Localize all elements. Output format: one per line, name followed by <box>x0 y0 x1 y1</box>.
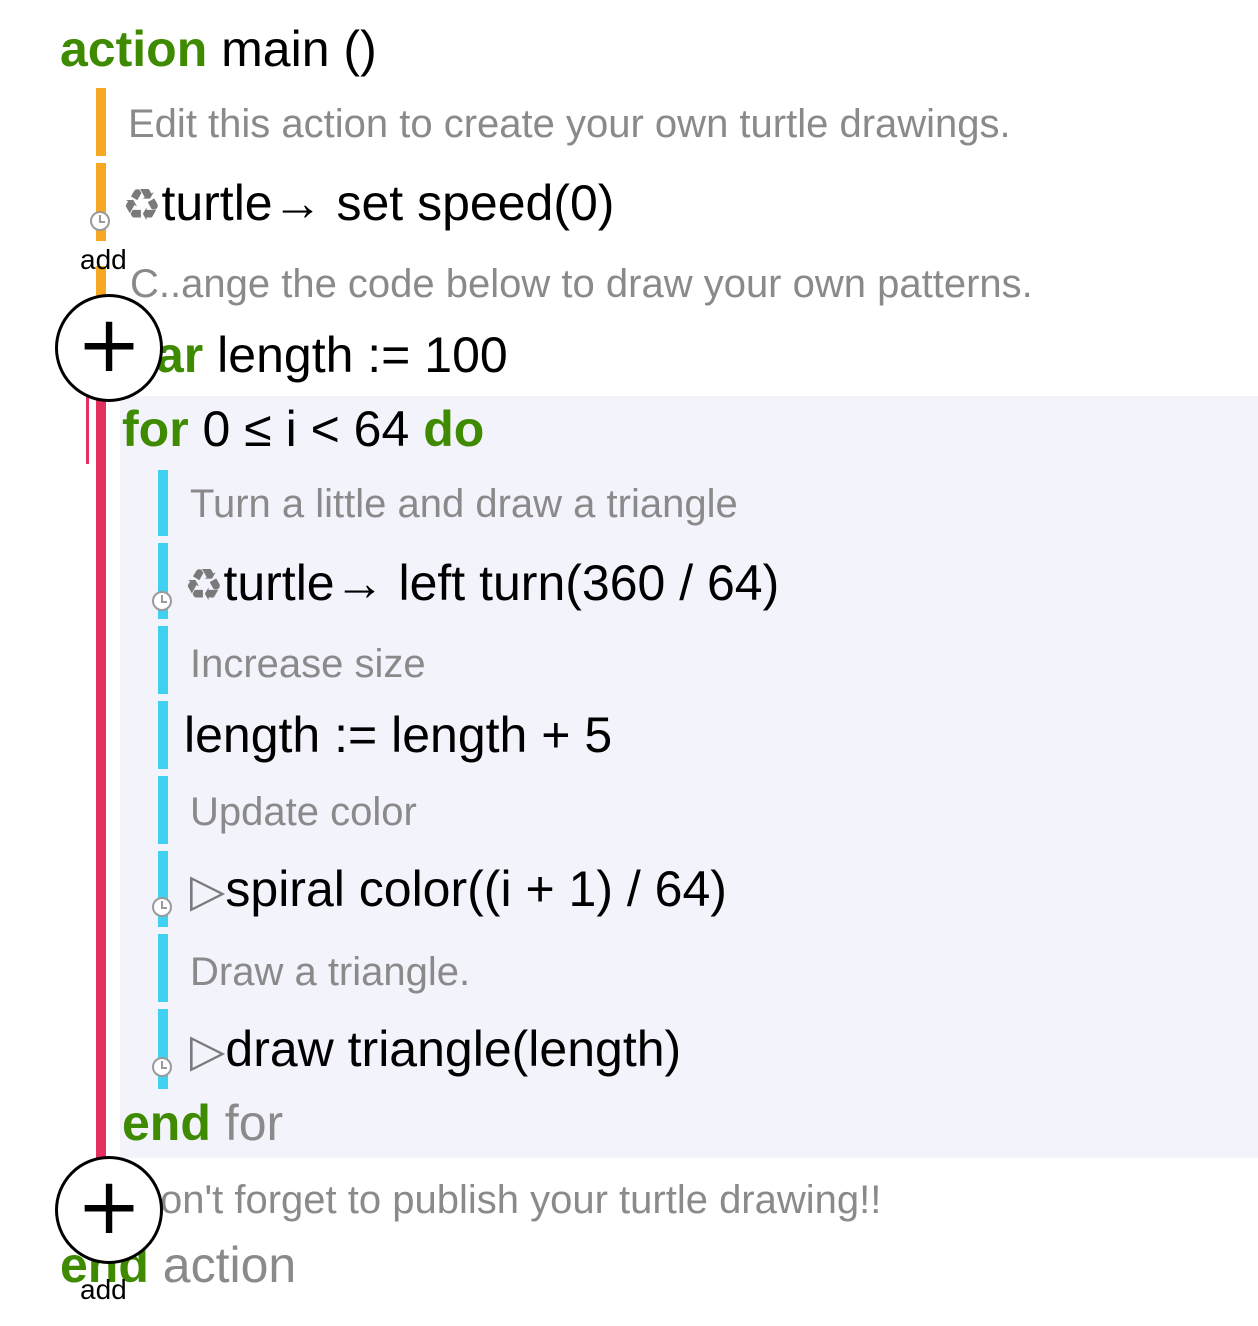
comment-change[interactable]: C..ange the code below to draw your own … <box>130 262 1033 307</box>
comment-bar <box>96 88 106 156</box>
end-for-text: for <box>210 1095 284 1151</box>
spiral-color-call[interactable]: ▷spiral color((i + 1) / 64) <box>190 860 727 918</box>
comment-edit[interactable]: Edit this action to create your own turt… <box>128 102 1011 147</box>
triangle-icon: ▷ <box>190 863 226 917</box>
comment-turn[interactable]: Turn a little and draw a triangle <box>190 482 738 527</box>
for-range: 0 ≤ i < 64 <box>188 401 424 457</box>
length-update[interactable]: length := length + 5 <box>184 706 612 764</box>
do-keyword: do <box>423 401 485 457</box>
loop-bar <box>96 396 106 1158</box>
statement-text: draw triangle(length) <box>225 1021 682 1077</box>
statement-text: turtle→ set speed(0) <box>161 175 615 231</box>
clock-icon[interactable] <box>152 1057 172 1077</box>
for-keyword: for <box>122 401 189 457</box>
end-keyword: end <box>122 1095 211 1151</box>
comment-publish[interactable]: on't forget to publish your turtle drawi… <box>160 1178 881 1223</box>
draw-triangle-call[interactable]: ▷draw triangle(length) <box>190 1020 681 1078</box>
body-bar <box>158 776 168 844</box>
clock-icon[interactable] <box>90 211 110 231</box>
recycle-icon: ♻ <box>122 180 162 231</box>
action-keyword: action <box>60 21 208 77</box>
end-for[interactable]: end for <box>122 1094 283 1152</box>
var-keyword: ar <box>156 327 204 383</box>
clock-icon[interactable] <box>152 591 172 611</box>
for-header[interactable]: for 0 ≤ i < 64 do <box>122 400 484 458</box>
loop-bar-thin <box>86 396 89 464</box>
action-header[interactable]: action main () <box>60 20 377 78</box>
body-bar <box>158 1009 168 1089</box>
var-statement: length := 100 <box>203 327 508 383</box>
comment-draw[interactable]: Draw a triangle. <box>190 950 470 995</box>
turtle-set-speed[interactable]: ♻turtle→ set speed(0) <box>122 174 614 232</box>
statement-text: spiral color((i + 1) / 64) <box>225 861 727 917</box>
var-length[interactable]: ar length := 100 <box>156 326 508 384</box>
clock-icon[interactable] <box>152 897 172 917</box>
add-label: add <box>80 244 127 275</box>
body-bar <box>158 701 168 769</box>
action-signature: main () <box>221 21 377 77</box>
end-action-text: action <box>148 1237 297 1293</box>
comment-increase[interactable]: Increase size <box>190 642 426 687</box>
body-bar <box>158 934 168 1002</box>
body-bar <box>158 470 168 536</box>
body-bar <box>158 626 168 694</box>
statement-text: turtle→ left turn(360 / 64) <box>223 555 780 611</box>
comment-color[interactable]: Update color <box>190 790 417 835</box>
recycle-icon: ♻ <box>184 560 224 611</box>
add-button[interactable]: + <box>55 1156 163 1264</box>
turtle-left-turn[interactable]: ♻turtle→ left turn(360 / 64) <box>184 554 779 612</box>
add-button[interactable]: + <box>55 294 163 402</box>
plus-icon: + <box>76 1162 142 1252</box>
triangle-icon: ▷ <box>190 1023 226 1077</box>
plus-icon: + <box>76 300 142 390</box>
add-label: add <box>80 1274 127 1305</box>
